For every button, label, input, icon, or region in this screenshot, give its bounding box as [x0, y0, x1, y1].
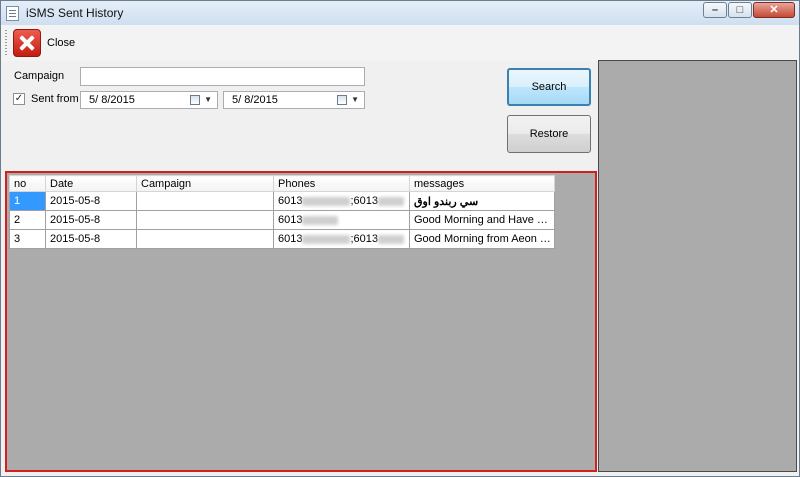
cell-phones[interactable]: 6013 ;6013	[273, 229, 410, 249]
maximize-icon: □	[736, 4, 744, 16]
redacted-number	[378, 196, 405, 206]
table-row[interactable]: 2 2015-05-8 6013 Good Morning and Have a…	[9, 210, 555, 230]
close-button[interactable]: Close	[13, 28, 75, 58]
cell-no[interactable]: 2	[9, 210, 46, 230]
search-button[interactable]: Search	[507, 68, 591, 106]
cell-phones[interactable]: 6013	[273, 210, 410, 230]
redacted-number	[302, 215, 339, 225]
window-close-button[interactable]: ✕	[753, 2, 795, 18]
window-title: iSMS Sent History	[26, 6, 124, 20]
date-from-picker[interactable]: 5/ 8/2015 ▼	[80, 91, 218, 109]
minimize-icon: –	[711, 4, 719, 16]
redacted-number	[302, 196, 351, 206]
date-from-value: 5/ 8/2015	[89, 94, 135, 106]
table-row[interactable]: 1 2015-05-8 6013 ;6013 سي ربندو اوق	[9, 191, 555, 211]
phone-prefix: 6013	[278, 214, 303, 226]
column-header-phones[interactable]: Phones	[273, 175, 410, 192]
calendar-icon[interactable]	[337, 95, 347, 105]
sms-sent-history-window: iSMS Sent History – □ ✕ Close Campaign ✓…	[0, 0, 800, 477]
cell-no[interactable]: 1	[9, 191, 46, 211]
table-row[interactable]: 3 2015-05-8 6013 ;6013 Good Morning from …	[9, 229, 555, 249]
phone-prefix: 6013	[278, 233, 303, 245]
redacted-number	[378, 234, 405, 244]
cell-message[interactable]: سي ربندو اوق	[409, 191, 555, 211]
minimize-button[interactable]: –	[703, 2, 727, 18]
toolbar: Close	[1, 25, 799, 61]
table-header-row: no Date Campaign Phones messages	[9, 175, 555, 192]
sent-from-checkbox[interactable]: ✓	[13, 93, 25, 105]
cell-date[interactable]: 2015-05-8	[45, 191, 137, 211]
right-panel	[598, 60, 797, 472]
cell-phones[interactable]: 6013 ;6013	[273, 191, 410, 211]
column-header-campaign[interactable]: Campaign	[136, 175, 274, 192]
cell-campaign[interactable]	[136, 229, 274, 249]
cell-date[interactable]: 2015-05-8	[45, 210, 137, 230]
redacted-number	[302, 234, 351, 244]
red-x-icon	[13, 29, 41, 57]
title-bar[interactable]: iSMS Sent History – □ ✕	[1, 1, 799, 25]
calendar-icon[interactable]	[190, 95, 200, 105]
date-to-value: 5/ 8/2015	[232, 94, 278, 106]
app-icon	[6, 6, 19, 21]
chevron-down-icon[interactable]: ▼	[204, 95, 212, 104]
cell-no[interactable]: 3	[9, 229, 46, 249]
cell-message[interactable]: Good Morning from Aeon Tebr...	[409, 229, 555, 249]
cell-date[interactable]: 2015-05-8	[45, 229, 137, 249]
campaign-input[interactable]	[80, 67, 365, 86]
phone-second: ;6013	[350, 233, 379, 245]
column-header-no[interactable]: no	[9, 175, 46, 192]
maximize-button[interactable]: □	[728, 2, 752, 18]
column-header-messages[interactable]: messages	[409, 175, 555, 192]
close-button-label: Close	[47, 37, 76, 49]
column-header-date[interactable]: Date	[45, 175, 137, 192]
window-controls: – □ ✕	[702, 2, 795, 18]
cell-campaign[interactable]	[136, 210, 274, 230]
cell-message[interactable]: Good Morning and Have a Ni...	[409, 210, 555, 230]
phone-second: ;6013	[350, 195, 379, 207]
restore-button[interactable]: Restore	[507, 115, 591, 153]
history-table: no Date Campaign Phones messages 1 2015-…	[9, 175, 555, 249]
close-icon: ✕	[769, 4, 779, 16]
cell-campaign[interactable]	[136, 191, 274, 211]
sent-history-grid[interactable]: no Date Campaign Phones messages 1 2015-…	[5, 171, 597, 472]
campaign-label: Campaign	[14, 70, 65, 82]
date-to-picker[interactable]: 5/ 8/2015 ▼	[223, 91, 365, 109]
toolbar-grip[interactable]	[5, 30, 7, 56]
phone-prefix: 6013	[278, 195, 303, 207]
chevron-down-icon[interactable]: ▼	[351, 95, 359, 104]
sent-from-label: Sent from	[31, 93, 79, 105]
